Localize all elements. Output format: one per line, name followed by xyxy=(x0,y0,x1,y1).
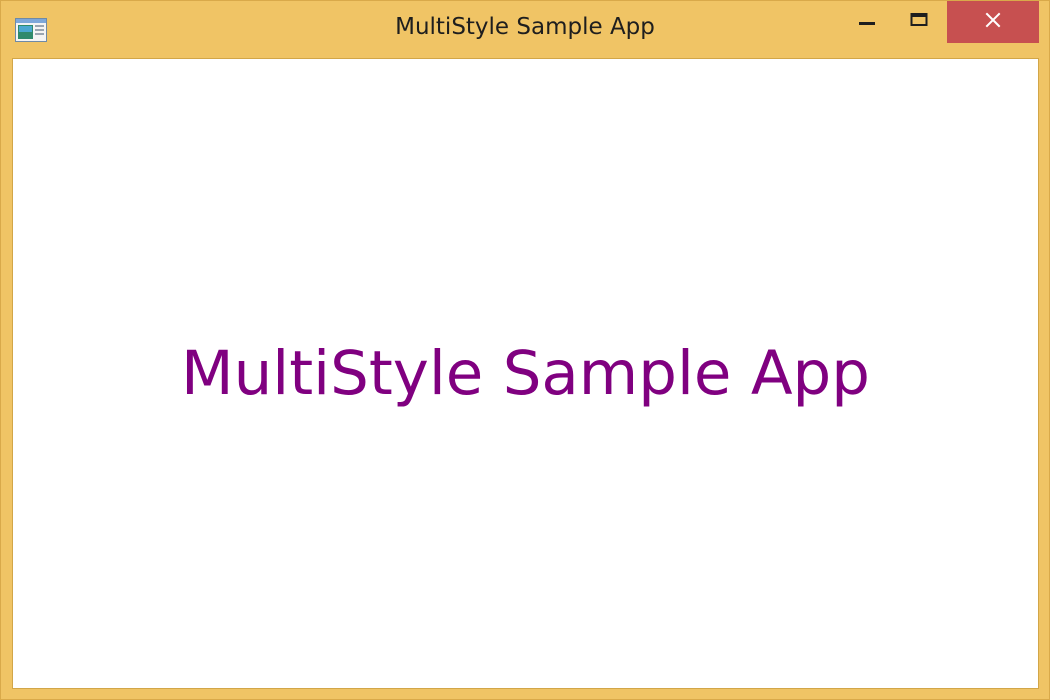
app-window: MultiStyle Sample App MultiStyle Sample … xyxy=(0,0,1050,700)
main-heading: MultiStyle Sample App xyxy=(181,338,870,409)
maximize-icon xyxy=(910,11,928,34)
maximize-button[interactable] xyxy=(893,1,945,43)
minimize-button[interactable] xyxy=(843,1,891,43)
minimize-icon xyxy=(858,11,876,34)
close-button[interactable] xyxy=(947,1,1039,43)
window-title: MultiStyle Sample App xyxy=(395,14,655,40)
title-bar[interactable]: MultiStyle Sample App xyxy=(1,1,1049,58)
close-icon xyxy=(985,12,1001,33)
client-area: MultiStyle Sample App xyxy=(12,58,1039,689)
app-window-icon[interactable] xyxy=(15,18,47,42)
